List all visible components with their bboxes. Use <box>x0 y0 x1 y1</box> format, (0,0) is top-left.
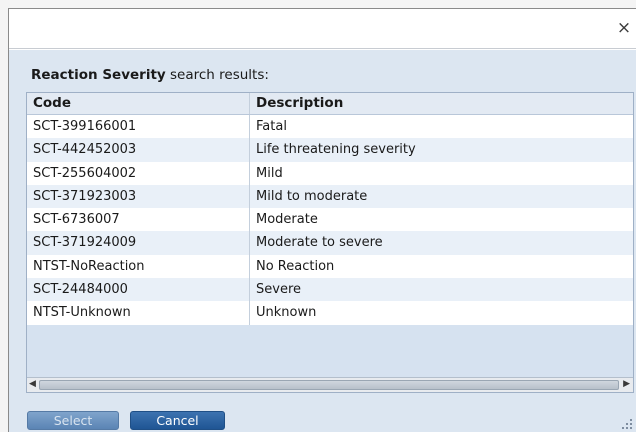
cell-description: Unknown <box>256 305 317 321</box>
grid-body: SCT-399166001 Fatal SCT-442452003 Life thre… <box>27 115 633 325</box>
scrollbar-thumb[interactable] <box>39 380 619 390</box>
cell-code: SCT-371923003 <box>27 184 250 209</box>
cell-code: SCT-6736007 <box>27 208 250 232</box>
heading-suffix: search results: <box>165 67 269 83</box>
table-row[interactable]: SCT-371923003 Mild to moderate <box>27 184 633 209</box>
table-row[interactable]: SCT-399166001 Fatal <box>27 115 633 139</box>
table-row[interactable]: NTST-Unknown Unknown <box>27 301 633 325</box>
close-icon[interactable]: × <box>614 19 634 39</box>
cell-description: Severe <box>256 282 301 298</box>
dialog-titlebar: × <box>9 9 636 49</box>
results-heading: Reaction Severity search results: <box>31 67 269 83</box>
column-header-description[interactable]: Description <box>250 93 633 114</box>
grid-header: Code Description <box>27 93 633 115</box>
cell-description: Mild <box>256 165 283 181</box>
search-results-dialog: × Reaction Severity search results: Code… <box>8 8 636 432</box>
horizontal-scrollbar[interactable]: ◀ ▶ <box>27 377 633 392</box>
cell-code: NTST-NoReaction <box>27 254 250 279</box>
cell-code: SCT-442452003 <box>27 138 250 162</box>
cell-description: Fatal <box>256 119 287 134</box>
cell-description: Life threatening severity <box>256 142 416 158</box>
cell-description: Moderate <box>256 212 318 228</box>
cell-description: No Reaction <box>256 258 335 274</box>
scroll-left-arrow-icon[interactable]: ◀ <box>29 379 36 389</box>
cell-code: SCT-24484000 <box>27 278 250 302</box>
dialog-content: Reaction Severity search results: Code D… <box>9 50 636 432</box>
grid-empty-space <box>27 324 633 362</box>
scroll-right-arrow-icon[interactable]: ▶ <box>623 379 630 389</box>
table-row[interactable]: SCT-255604002 Mild <box>27 161 633 185</box>
table-row[interactable]: SCT-24484000 Severe <box>27 278 633 302</box>
table-row[interactable]: SCT-6736007 Moderate <box>27 208 633 232</box>
column-header-code[interactable]: Code <box>27 93 250 114</box>
cell-code: SCT-255604002 <box>27 161 250 185</box>
cell-description: Mild to moderate <box>256 188 368 204</box>
select-button[interactable]: Select <box>27 411 119 430</box>
cell-description: Moderate to severe <box>256 235 383 251</box>
cell-code: NTST-Unknown <box>27 301 250 325</box>
cancel-button[interactable]: Cancel <box>130 411 225 430</box>
cell-code: SCT-371924009 <box>27 231 250 255</box>
heading-category: Reaction Severity <box>31 67 166 83</box>
resize-grip-icon[interactable] <box>620 417 632 429</box>
cell-code: SCT-399166001 <box>27 115 250 139</box>
table-row[interactable]: NTST-NoReaction No Reaction <box>27 254 633 279</box>
table-row[interactable]: SCT-442452003 Life threatening severity <box>27 138 633 162</box>
results-grid: Code Description SCT-399166001 Fatal SCT-4… <box>26 92 634 393</box>
table-row[interactable]: SCT-371924009 Moderate to severe <box>27 231 633 255</box>
